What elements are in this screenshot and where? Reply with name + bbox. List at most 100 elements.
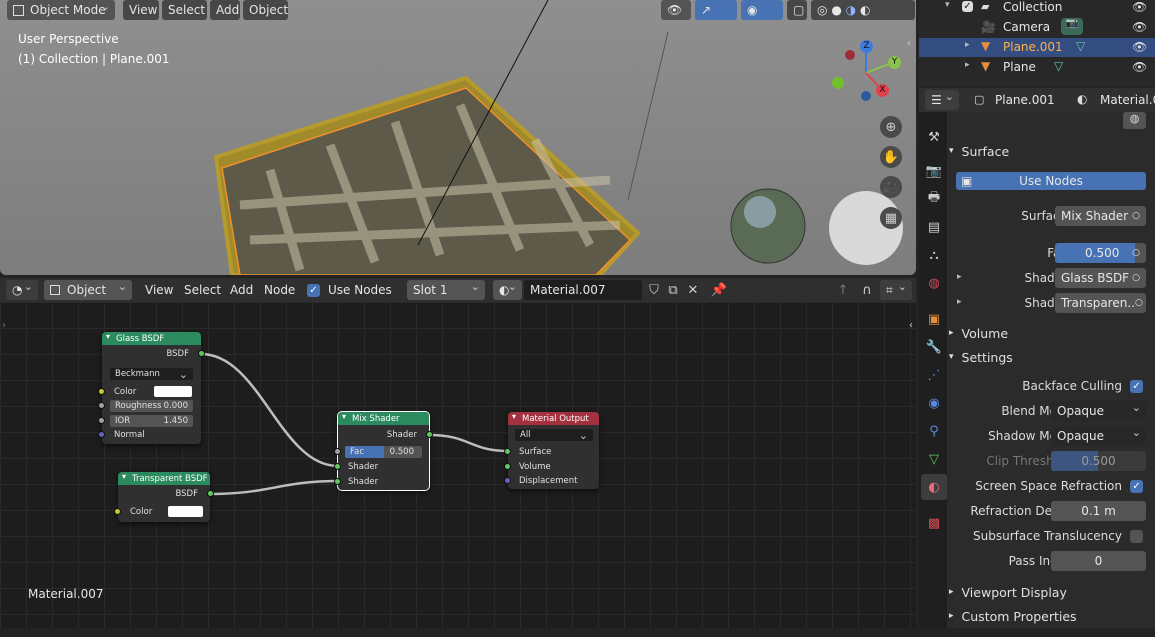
mix-shader-node[interactable]: Mix Shader Shader Fac 0.500 Shader Shade…: [334, 411, 433, 491]
solid-shading-icon[interactable]: ●: [831, 3, 841, 17]
zoom-icon[interactable]: ⊕: [880, 116, 902, 138]
object-data-tab-icon[interactable]: ▽: [921, 446, 947, 472]
add-menu[interactable]: Add: [210, 0, 240, 20]
surface-shader-field[interactable]: Mix Shader ○: [1055, 206, 1146, 226]
viewport-display-panel-header[interactable]: ▸ Viewport Display: [949, 581, 1155, 603]
outliner-item-plane[interactable]: Plane: [1003, 60, 1036, 74]
mix-shader2-socket[interactable]: [334, 478, 341, 485]
gizmo-x-axis[interactable]: X: [876, 84, 889, 97]
glass-bsdf-output-socket[interactable]: [198, 350, 205, 357]
particles-tab-icon[interactable]: ⋰: [921, 362, 947, 388]
select-menu[interactable]: Select: [162, 0, 207, 20]
constraints-tab-icon[interactable]: ⚲: [921, 418, 947, 444]
refraction-depth-field[interactable]: 0.1 m: [1051, 501, 1146, 521]
glass-color-socket[interactable]: [98, 388, 105, 395]
output-target-dropdown[interactable]: All: [515, 429, 593, 442]
glass-distribution-dropdown[interactable]: Beckmann: [110, 368, 193, 381]
physics-tab-icon[interactable]: ◉: [921, 390, 947, 416]
fac-field[interactable]: 0.500 ○: [1055, 243, 1146, 263]
plane-expand-icon[interactable]: ▸: [965, 60, 970, 70]
node-view-menu[interactable]: View: [145, 280, 173, 300]
tool-tab-icon[interactable]: ⚒: [921, 124, 947, 150]
material-output-node[interactable]: Material Output All Surface Volume Displ…: [504, 412, 599, 489]
gizmo-y-axis[interactable]: Y: [888, 56, 901, 69]
node-sidebar-expand-icon[interactable]: ‹: [909, 320, 913, 331]
plane001-mesh-data-icon[interactable]: ▽: [1076, 39, 1085, 53]
scene-tab-icon[interactable]: ⛬: [921, 242, 947, 268]
rendered-shading-icon[interactable]: ◐: [860, 3, 870, 17]
node-select-menu[interactable]: Select: [184, 280, 221, 300]
modifier-tab-icon[interactable]: 🔧: [921, 334, 947, 360]
object-tab-icon[interactable]: ▣: [921, 306, 947, 332]
camera-data-icon[interactable]: 📷: [1061, 18, 1083, 35]
node-editor-canvas[interactable]: › ‹ Glass BSDF BSDF Beckmann Color Rough…: [0, 302, 916, 628]
glass-roughness-field[interactable]: Roughness 0.000: [110, 400, 193, 412]
node-menu[interactable]: Node: [264, 280, 295, 300]
custom-properties-panel-header[interactable]: ▸ Custom Properties: [949, 605, 1155, 627]
mix-fac-field[interactable]: Fac 0.500: [345, 446, 422, 458]
visibility-toggle[interactable]: 👁: [661, 0, 691, 20]
volume-panel-header[interactable]: ▸ Volume: [949, 322, 1155, 344]
mix-shader-output-socket[interactable]: [426, 431, 433, 438]
shader-type-selector[interactable]: Object: [44, 280, 132, 300]
overlay-toggle[interactable]: ◉: [741, 0, 783, 20]
output-tab-icon[interactable]: 🖶: [921, 186, 947, 212]
outliner-item-plane-001[interactable]: Plane.001: [1003, 40, 1063, 54]
ssr-checkbox[interactable]: ✓: [1130, 480, 1143, 493]
toolbar-expand-icon[interactable]: ›: [2, 320, 6, 331]
mix-shader1-socket[interactable]: [334, 463, 341, 470]
3d-viewport[interactable]: Object Mode View Select Add Object 👁 ↗ ◉…: [0, 0, 916, 275]
transparent-color-socket[interactable]: [114, 508, 121, 515]
settings-panel-header[interactable]: ▾ Settings: [949, 346, 1155, 368]
glass-normal-socket[interactable]: [98, 431, 105, 438]
view-layer-tab-icon[interactable]: ▤: [921, 214, 947, 240]
snap-mode-selector[interactable]: ⌗: [880, 280, 912, 300]
view-menu[interactable]: View: [123, 0, 159, 20]
duplicate-material-icon[interactable]: ⧉: [662, 279, 684, 301]
unlink-close-icon[interactable]: ✕: [682, 279, 704, 301]
gizmo-toggle[interactable]: ↗: [695, 0, 737, 20]
xray-toggle[interactable]: ▢: [787, 0, 807, 20]
camera-visibility-eye-icon[interactable]: 👁: [1132, 20, 1147, 34]
output-displacement-socket[interactable]: [504, 477, 511, 484]
shader1-field[interactable]: Glass BSDF ○: [1055, 268, 1146, 288]
material-name-field[interactable]: Material.007: [524, 280, 642, 300]
object-menu[interactable]: Object: [243, 0, 288, 20]
world-tab-icon[interactable]: ◍: [921, 270, 947, 296]
texture-tab-icon[interactable]: ▩: [921, 510, 947, 536]
material-tab-icon[interactable]: ◐: [921, 474, 947, 500]
material-browse-button[interactable]: ◐: [493, 280, 522, 300]
editor-type-selector[interactable]: ◔: [6, 280, 38, 300]
backface-culling-checkbox[interactable]: ✓: [1130, 380, 1143, 393]
glass-color-swatch[interactable]: [154, 386, 192, 397]
properties-editor-type[interactable]: ☰: [925, 90, 959, 110]
plane001-visibility-eye-icon[interactable]: 👁: [1132, 40, 1147, 54]
plane001-expand-icon[interactable]: ▸: [965, 40, 970, 50]
node-add-menu[interactable]: Add: [230, 280, 253, 300]
output-volume-socket[interactable]: [504, 463, 511, 470]
transparent-bsdf-node[interactable]: Transparent BSDF BSDF Color: [114, 472, 214, 522]
clip-threshold-field[interactable]: 0.500: [1051, 451, 1146, 471]
surface-panel-header[interactable]: ▾ Surface: [949, 140, 1155, 162]
mix-fac-socket[interactable]: [334, 448, 341, 455]
snap-icon[interactable]: ∩: [856, 279, 878, 301]
output-surface-socket[interactable]: [504, 448, 511, 455]
plane-visibility-eye-icon[interactable]: 👁: [1132, 60, 1147, 74]
pin-icon[interactable]: 📌: [708, 279, 730, 301]
glass-ior-field[interactable]: IOR 1.450: [110, 415, 193, 427]
ortho-grid-icon[interactable]: ▦: [880, 207, 902, 229]
shader2-field[interactable]: Transparen.. ○: [1055, 293, 1146, 313]
mode-selector[interactable]: Object Mode: [7, 0, 115, 20]
parent-node-tree-icon[interactable]: ↑: [832, 279, 854, 301]
material-shading-icon[interactable]: ◑: [846, 3, 856, 17]
transparent-bsdf-output-socket[interactable]: [207, 490, 214, 497]
plane-mesh-data-icon[interactable]: ▽: [1054, 59, 1063, 73]
collection-expand-icon[interactable]: ▾: [945, 0, 950, 10]
slot-selector[interactable]: Slot 1: [407, 280, 485, 300]
outliner-item-camera[interactable]: Camera: [1003, 20, 1050, 34]
blend-mode-dropdown[interactable]: Opaque: [1051, 401, 1146, 421]
wireframe-shading-icon[interactable]: ◎: [817, 3, 827, 17]
shadow-mode-dropdown[interactable]: Opaque: [1051, 426, 1146, 446]
collection-include-checkbox[interactable]: ✓: [962, 1, 973, 12]
outliner-item-collection[interactable]: Collection: [1003, 0, 1062, 14]
